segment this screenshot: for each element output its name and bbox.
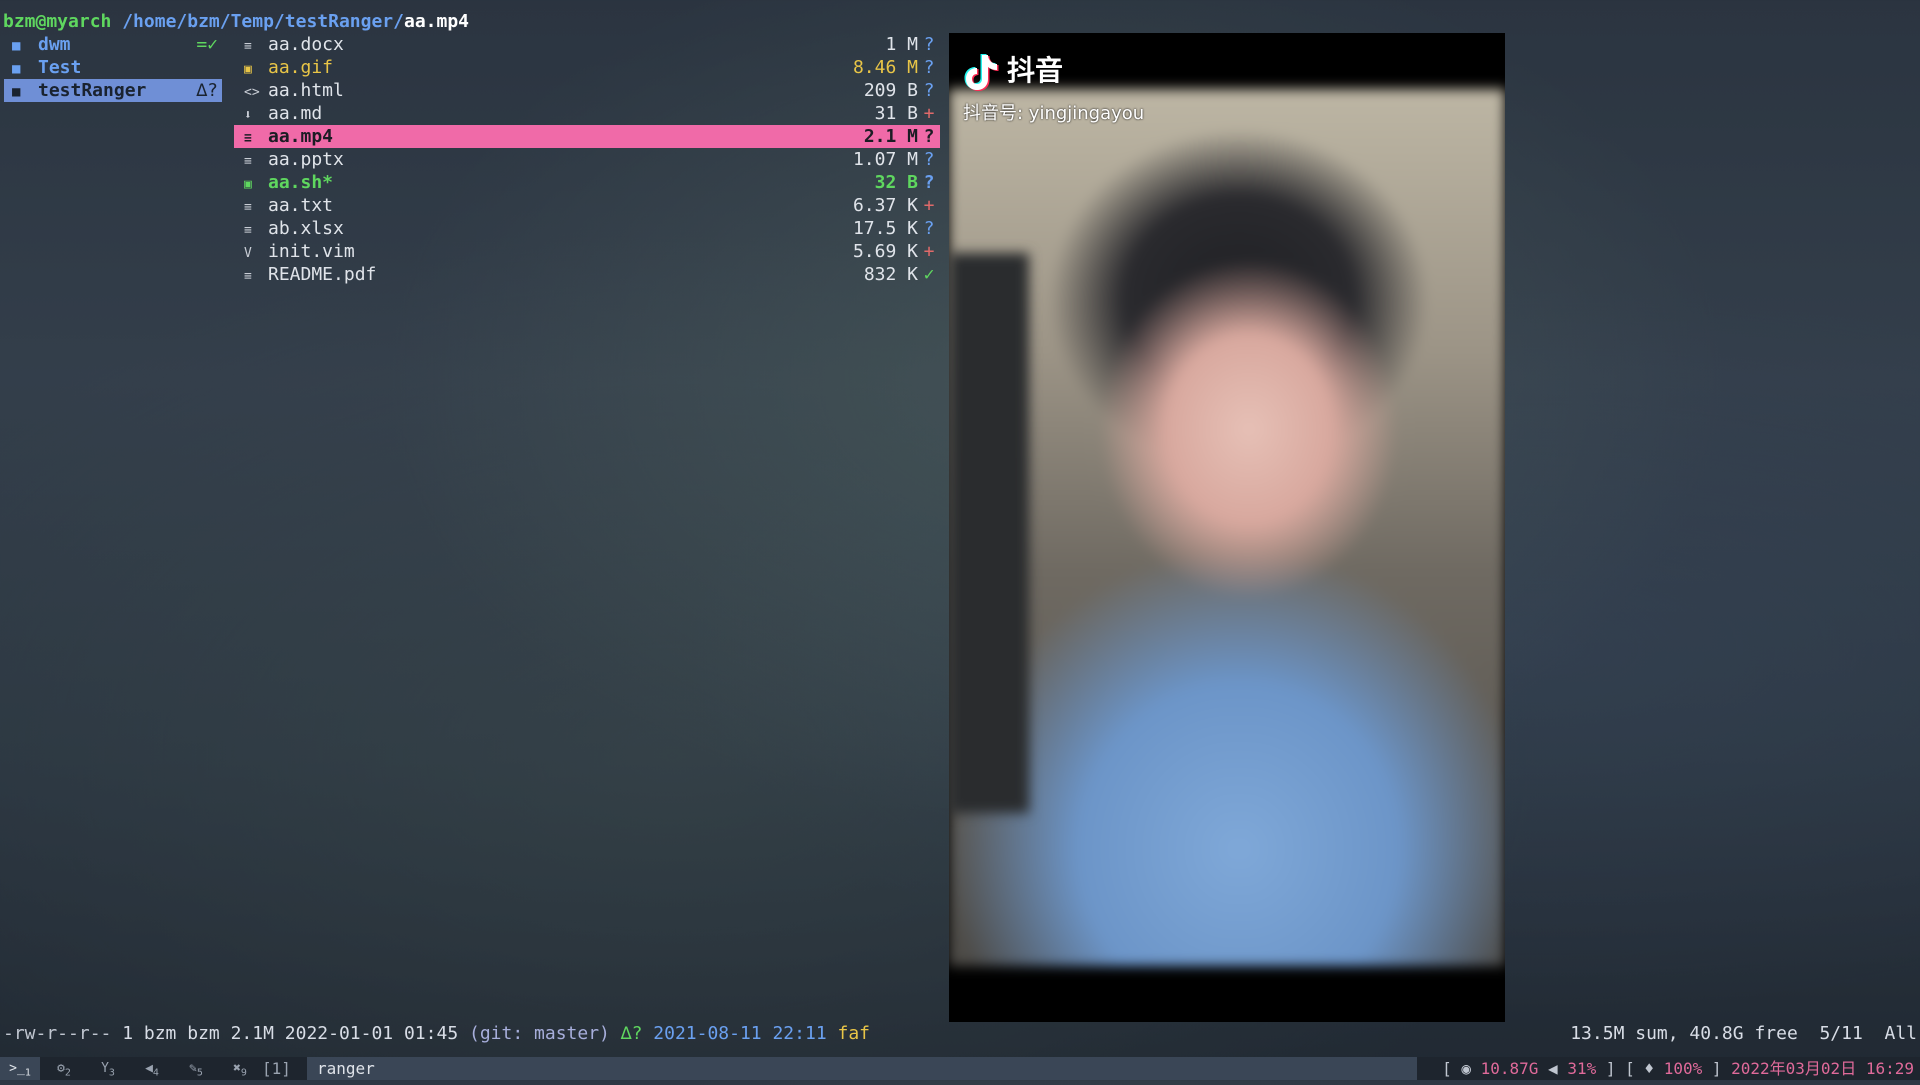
dir-item-test[interactable]: ■ Test	[4, 56, 222, 79]
volume-icon: ◀	[1548, 1059, 1558, 1078]
markdown-icon: ⬇	[244, 108, 252, 123]
preview-frame-image	[949, 89, 1505, 966]
file-item-selected[interactable]: ≡ aa.mp4 2.1 M?	[234, 125, 940, 148]
file-item[interactable]: ≡ README.pdf 832 K ✓	[234, 263, 940, 286]
file-item[interactable]: ≡ aa.txt 6.37 K +	[234, 194, 940, 217]
git-status: ?	[923, 57, 935, 78]
file-size: 832 K	[863, 264, 918, 285]
doc-icon: ≡	[244, 39, 252, 54]
doc-icon: ≡	[244, 154, 252, 169]
image-icon: ▣	[244, 62, 252, 77]
battery-level: 100%	[1663, 1059, 1703, 1078]
battery-icon: ♦	[1644, 1059, 1655, 1078]
tag-4[interactable]: ◀4	[132, 1057, 172, 1080]
file-size: 5.69 K	[852, 241, 918, 262]
git-status: ✓	[923, 264, 935, 285]
disk-free: 10.87G	[1480, 1059, 1539, 1078]
doc-icon: ≡	[244, 269, 252, 284]
dwm-status-bar: >_1 ⚙2 Y3 ◀4 ✎5 ✖9 [1] ranger [ ◉ 10.87G…	[0, 1057, 1920, 1080]
vim-icon: V	[244, 246, 252, 261]
git-status: ?	[923, 126, 935, 147]
douyin-handle: 抖音号: yingjingayou	[963, 103, 1145, 124]
file-list-column: ≡ aa.docx 1 M? ▣ aa.gif 8.46 M? <> aa.html 209…	[234, 33, 940, 286]
file-item[interactable]: ▣ aa.sh* 32 B?	[234, 171, 940, 194]
tiktok-note-icon	[964, 54, 999, 91]
current-file: aa.mp4	[403, 11, 470, 32]
user-host: bzm@myarch	[3, 11, 112, 32]
system-info: [ ◉ 10.87G ◀ 31% ] [ ♦ 100% ] 2022年03月02…	[1442, 1059, 1914, 1078]
file-info: 1 bzm bzm 2.1M 2022-01-01 01:45	[111, 1023, 469, 1044]
douyin-brand: 抖音	[1007, 54, 1064, 87]
file-size: 2.1 M	[863, 126, 918, 147]
git-status: +	[923, 103, 935, 124]
git-status: +	[923, 241, 935, 262]
folder-icon: ■	[12, 61, 21, 77]
terminal-icon: ▣	[244, 177, 252, 192]
title-bar: bzm@myarch /home/bzm/Temp/testRanger/aa.…	[3, 10, 469, 33]
commit-date: 2021-08-11 22:11	[653, 1023, 827, 1044]
disk-usage-summary: 13.5M sum, 40.8G free 5/11 All	[1570, 1023, 1917, 1044]
git-status: ?	[923, 218, 935, 239]
file-size: 32 B	[874, 172, 918, 193]
git-mark: ∆?	[620, 1023, 643, 1044]
dir-item-testranger[interactable]: ■ testRanger ∆?	[4, 79, 222, 102]
git-status: ?	[923, 34, 935, 55]
tag-9[interactable]: ✖9	[220, 1057, 260, 1080]
terminal-icon: >_	[9, 1061, 25, 1076]
tools-icon: ✖	[233, 1061, 241, 1076]
preview-frame-shadow	[949, 253, 1029, 813]
ranger-statusline: -rw-r--r-- 1 bzm bzm 2.1M 2022-01-01 01:…	[3, 1022, 870, 1045]
disk-icon: ◉	[1461, 1059, 1471, 1078]
file-item[interactable]: ≡ aa.pptx 1.07 M?	[234, 148, 940, 171]
tag-3[interactable]: Y3	[88, 1057, 128, 1080]
tag-5[interactable]: ✎5	[176, 1057, 216, 1080]
file-item[interactable]: ▣ aa.gif 8.46 M?	[234, 56, 940, 79]
git-status: ?	[923, 149, 935, 170]
git-status: ∆?	[196, 80, 218, 101]
doc-icon: ≡	[244, 223, 252, 238]
file-item[interactable]: ≡ aa.docx 1 M?	[234, 33, 940, 56]
send-icon: ◀	[145, 1061, 153, 1076]
dir-item-dwm[interactable]: ■ dwm =✓	[4, 33, 222, 56]
volume-level: 31%	[1567, 1059, 1597, 1078]
video-preview: 抖音 抖音号: yingjingayou	[949, 33, 1505, 1022]
git-status: ?	[923, 172, 935, 193]
gear-icon: ⚙	[57, 1061, 65, 1076]
current-path: /home/bzm/Temp/testRanger/	[122, 11, 404, 32]
code-icon: <>	[244, 85, 260, 100]
folder-icon: ■	[12, 84, 21, 100]
file-item[interactable]: ≡ ab.xlsx 17.5 K?	[234, 217, 940, 240]
tag-1[interactable]: >_1	[0, 1057, 40, 1080]
file-size: 6.37 K	[852, 195, 918, 216]
file-size: 17.5 K	[852, 218, 918, 239]
datetime: 2022年03月02日 16:29	[1731, 1059, 1914, 1078]
layout-indicator[interactable]: [1]	[262, 1057, 291, 1080]
file-size: 1.07 M	[852, 149, 918, 170]
file-size: 209 B	[863, 80, 918, 101]
branch-icon: Y	[101, 1061, 109, 1076]
window-title: ranger	[307, 1057, 1417, 1080]
doc-icon: ≡	[244, 200, 252, 215]
file-item[interactable]: <> aa.html 209 B?	[234, 79, 940, 102]
git-status: +	[923, 195, 935, 216]
chat-icon: ✎	[189, 1061, 197, 1076]
file-size: 1 M	[885, 34, 918, 55]
doc-icon: ≡	[244, 131, 252, 146]
file-item[interactable]: ⬇ aa.md 31 B +	[234, 102, 940, 125]
commit-author: faf	[837, 1023, 871, 1044]
file-size: 8.46 M	[852, 57, 918, 78]
folder-icon: ■	[12, 38, 21, 54]
file-item[interactable]: Vinit.vim 5.69 K +	[234, 240, 940, 263]
git-branch: (git: master)	[469, 1023, 610, 1044]
file-size: 31 B	[874, 103, 918, 124]
tag-2[interactable]: ⚙2	[44, 1057, 84, 1080]
file-permissions: -rw-r--r--	[3, 1023, 112, 1044]
git-status: =✓	[196, 34, 218, 55]
git-status: ?	[923, 80, 935, 101]
douyin-logo: 抖音	[963, 49, 1063, 93]
parent-directory-column: ■ dwm =✓ ■ Test ■ testRanger ∆?	[4, 33, 222, 102]
